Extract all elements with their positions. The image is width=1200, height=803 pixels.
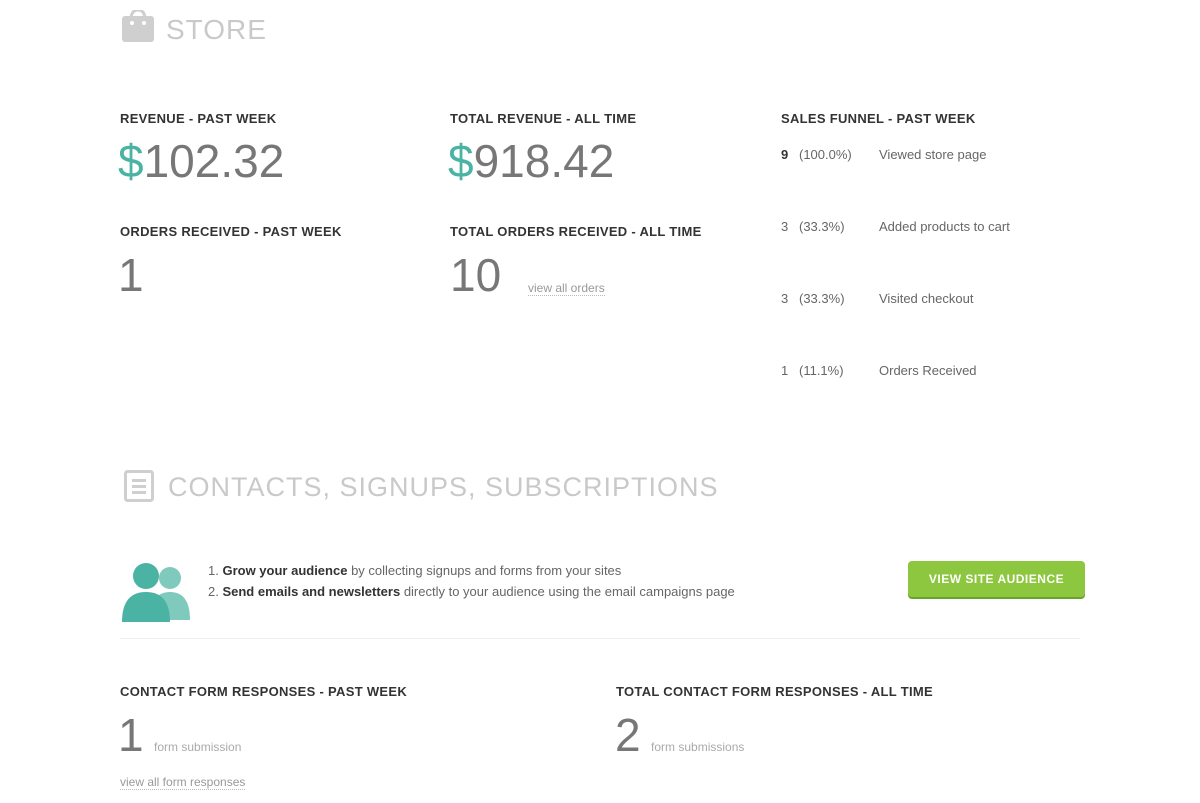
responses-week: 1 form submission [118,712,241,758]
funnel-percent: (33.3%) [799,291,845,306]
funnel-percent: (33.3%) [799,219,845,234]
currency-symbol: $ [118,135,144,187]
sales-funnel-label: SALES FUNNEL - PAST WEEK [781,111,976,126]
revenue-week-label: REVENUE - PAST WEEK [120,111,277,126]
funnel-percent: (11.1%) [799,363,844,378]
orders-week-value: 1 [118,249,144,301]
funnel-count: 9 [781,147,789,162]
funnel-row-checkout: 3 (33.3%) Visited checkout [781,291,973,306]
revenue-week-value: $102.32 [118,138,284,184]
audience-tip-2: 2. Send emails and newsletters directly … [208,584,735,599]
funnel-percent: (100.0%) [799,147,852,162]
responses-week-value: 1 [118,709,144,761]
responses-week-label: CONTACT FORM RESPONSES - PAST WEEK [120,684,408,699]
tip-number: 2. [208,584,219,599]
revenue-all-label: TOTAL REVENUE - ALL TIME [450,111,637,126]
tip-text: by collecting signups and forms from you… [347,563,622,578]
audience-tip-1: 1. Grow your audience by collecting sign… [208,563,621,578]
orders-week-label: ORDERS RECEIVED - PAST WEEK [120,224,342,239]
form-list-icon [124,470,154,502]
contacts-title: CONTACTS, SIGNUPS, SUBSCRIPTIONS [168,472,719,502]
tip-number: 1. [208,563,219,578]
funnel-text: Added products to cart [879,219,1010,234]
funnel-row-viewed: 9 (100.0%) Viewed store page [781,147,986,162]
responses-week-sub: form submission [154,740,242,754]
responses-all-sub: form submissions [651,740,745,754]
people-icon [122,563,190,622]
funnel-count: 3 [781,291,789,306]
responses-all-value: 2 [615,709,641,761]
responses-all: 2 form submissions [615,712,744,758]
revenue-week-amount: 102.32 [143,135,285,187]
revenue-all-amount: 918.42 [473,135,615,187]
tip-bold: Grow your audience [222,563,348,578]
funnel-row-cart: 3 (33.3%) Added products to cart [781,219,1010,234]
view-all-form-responses-link[interactable]: view all form responses [120,775,246,790]
funnel-text: Orders Received [879,363,977,378]
tip-text: directly to your audience using the emai… [400,584,735,599]
store-title: STORE [166,14,267,45]
tip-bold: Send emails and newsletters [222,584,401,599]
view-all-orders-link[interactable]: view all orders [528,281,605,296]
view-site-audience-button[interactable]: VIEW SITE AUDIENCE [908,561,1085,597]
orders-all-label: TOTAL ORDERS RECEIVED - ALL TIME [450,224,702,239]
store-bag-icon [122,10,154,42]
revenue-all-value: $918.42 [448,138,614,184]
responses-all-label: TOTAL CONTACT FORM RESPONSES - ALL TIME [616,684,933,699]
orders-all-value: 10 [450,249,502,301]
funnel-row-orders: 1 (11.1%) Orders Received [781,363,977,378]
section-divider [120,638,1080,639]
funnel-count: 1 [781,363,789,378]
funnel-text: Viewed store page [879,147,987,162]
funnel-count: 3 [781,219,789,234]
funnel-text: Visited checkout [879,291,974,306]
currency-symbol: $ [448,135,474,187]
